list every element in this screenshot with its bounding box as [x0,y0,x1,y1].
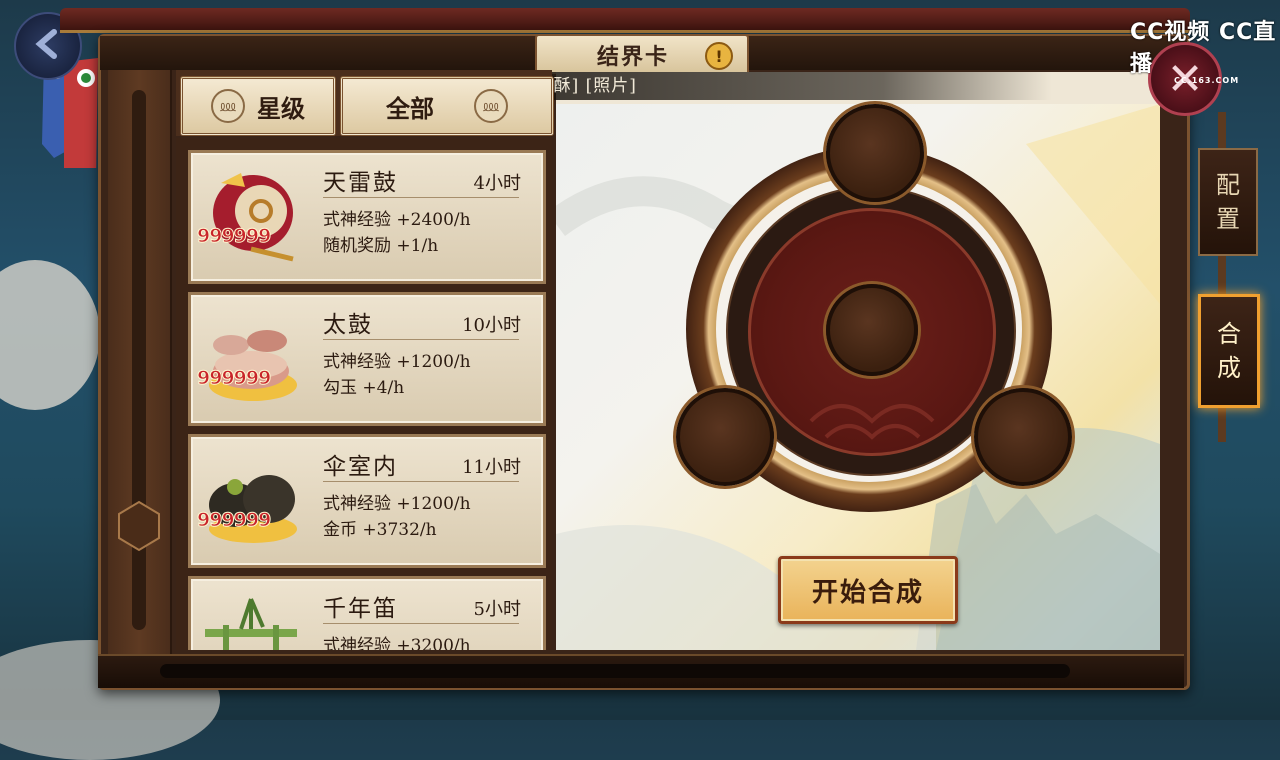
watermark-main: CC视频 CC直播 [1130,20,1277,77]
title-plate: 结界卡 ! [535,34,749,76]
divider [323,481,519,482]
compose-slot-top[interactable] [826,104,924,202]
scrollbar-thumb[interactable] [117,500,161,552]
divider [323,339,519,340]
list-item[interactable]: 999999 伞室内 11小时 式神经验 +1200/h 金币 +3732/h [188,434,546,568]
umbrella-room-icon [201,447,301,551]
card-bonus-2: 金币 +3732/h [323,520,437,540]
divider [323,623,519,624]
list-item[interactable]: 千年笛 5小时 式神经验 +3200/h [188,576,546,650]
back-arrow-icon [32,28,64,64]
sort-icon: ⅏ [474,89,508,123]
card-bonus-2: 勾玉 +4/h [323,378,405,398]
card-bonus-2: 随机奖励 +1/h [323,236,439,256]
watermark-sub: CC.163.COM [1174,76,1240,85]
thunder-drum-icon [201,163,301,267]
tab-config[interactable]: 配 置 [1198,148,1258,256]
tab-compose[interactable]: 合 成 [1198,294,1260,408]
sort-icon: ⅏ [211,89,245,123]
card-count: 999999 [196,509,271,532]
background-cloud-left [0,260,100,410]
card-list[interactable]: 999999 天雷鼓 4小时 式神经验 +2400/h 随机奖励 +1/h 99… [176,138,552,650]
watermark: CC视频 CC直播 CC.163.COM [1130,14,1280,85]
filter-all-label: 全部 [386,93,434,123]
card-duration: 5小时 [473,599,521,620]
bottom-frame-slot [160,664,1070,678]
start-compose-button[interactable]: 开始合成 [778,556,958,624]
card-duration: 11小时 [462,457,521,478]
card-name: 天雷鼓 [323,170,398,196]
list-item[interactable]: 999999 太鼓 10小时 式神经验 +1200/h 勾玉 +4/h [188,292,546,426]
top-banner [60,8,1190,33]
bamboo-flute-icon [201,589,301,650]
tab-compose-char-1: 合 [1217,320,1241,348]
info-exclamation-icon[interactable]: ! [705,42,733,70]
card-name: 伞室内 [323,454,398,480]
card-name: 千年笛 [323,596,398,622]
filter-rank-button[interactable]: ⅏ 星级 [180,76,336,136]
divider [323,197,519,198]
card-count: 999999 [196,367,271,390]
item-tooltip: [招财雨酥] [照片] [488,72,1052,100]
tab-config-char-1: 配 [1216,171,1240,199]
filter-all-button[interactable]: 全部 ⅏ [340,76,554,136]
page-title: 结界卡 [596,44,669,70]
card-name: 太鼓 [323,312,373,338]
filter-rank-label: 星级 [257,93,305,123]
card-duration: 10小时 [462,315,521,336]
compose-slot-left[interactable] [676,388,774,486]
tab-config-char-2: 置 [1216,205,1240,233]
card-bonus-1: 式神经验 +1200/h [323,352,471,372]
card-bonus-1: 式神经验 +2400/h [323,210,471,230]
taiko-drum-icon [201,305,301,409]
card-count: 999999 [196,225,271,248]
tab-compose-char-2: 成 [1217,354,1241,382]
card-duration: 4小时 [473,173,521,194]
card-bonus-1: 式神经验 +3200/h [323,636,471,650]
compose-slot-center[interactable] [826,284,918,376]
list-item[interactable]: 999999 天雷鼓 4小时 式神经验 +2400/h 随机奖励 +1/h [188,150,546,284]
card-bonus-1: 式神经验 +1200/h [323,494,471,514]
compose-slot-right[interactable] [974,388,1072,486]
